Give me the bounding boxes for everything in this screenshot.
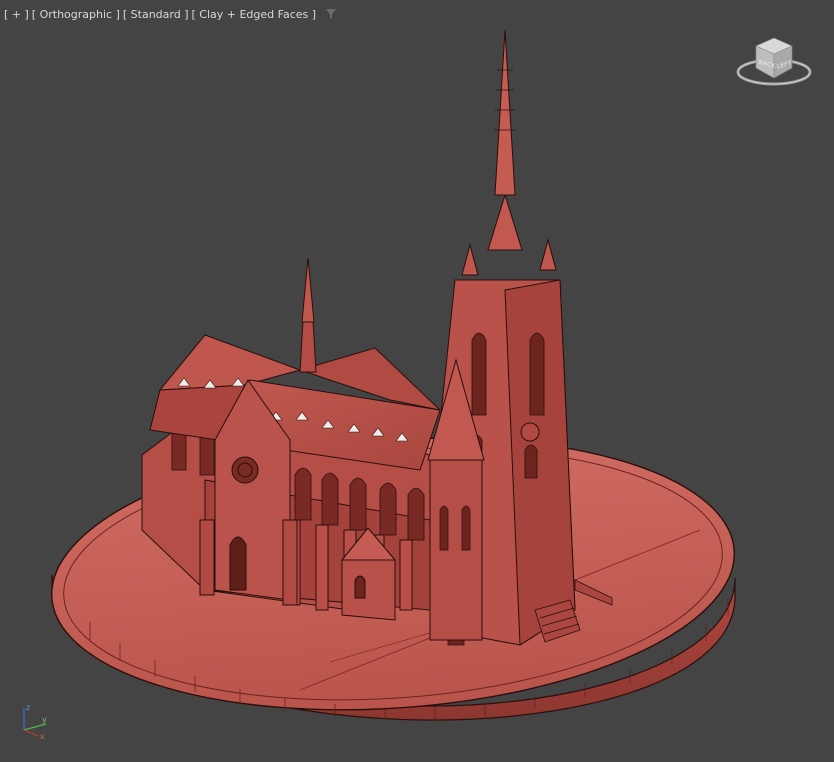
viewport-perspective[interactable]: [ + ] [ Orthographic ] [ Standard ] [ Cl… <box>0 0 834 762</box>
axis-x-label: x <box>40 732 45 740</box>
axis-z-label: z <box>26 703 30 712</box>
cathedral-model[interactable] <box>0 0 834 762</box>
axis-y-label: y <box>42 715 47 724</box>
crossing-spire <box>299 257 317 373</box>
axis-tripod-icon: z y x <box>23 703 47 740</box>
